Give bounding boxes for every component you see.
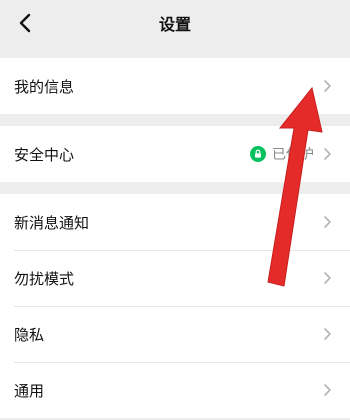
- row-label: 隐私: [14, 325, 45, 344]
- section-general: 新消息通知 勿扰模式 隐私 通用: [0, 194, 350, 418]
- chevron-right-icon: [320, 326, 336, 342]
- row-do-not-disturb[interactable]: 勿扰模式: [0, 250, 350, 306]
- back-button[interactable]: [8, 6, 42, 40]
- row-my-info[interactable]: 我的信息: [0, 58, 350, 114]
- security-status: 已保护: [272, 147, 314, 163]
- row-new-message-notify[interactable]: 新消息通知: [0, 194, 350, 250]
- row-general[interactable]: 通用: [0, 362, 350, 418]
- chevron-left-icon: [19, 13, 31, 33]
- chevron-right-icon: [320, 382, 336, 398]
- page-title: 设置: [158, 15, 191, 34]
- section-security: 安全中心 已保护: [0, 126, 350, 182]
- row-label: 新消息通知: [14, 213, 90, 232]
- row-privacy[interactable]: 隐私: [0, 306, 350, 362]
- lock-icon: [250, 146, 266, 162]
- chevron-right-icon: [320, 214, 336, 230]
- row-security-center[interactable]: 安全中心 已保护: [0, 126, 350, 182]
- row-label: 安全中心: [14, 145, 75, 164]
- section-profile: 我的信息: [0, 58, 350, 114]
- row-label: 勿扰模式: [14, 269, 75, 288]
- chevron-right-icon: [320, 146, 336, 162]
- chevron-right-icon: [320, 78, 336, 94]
- chevron-right-icon: [320, 270, 336, 286]
- row-label: 通用: [14, 381, 45, 400]
- top-bar: 设置: [0, 0, 350, 46]
- row-label: 我的信息: [14, 77, 75, 96]
